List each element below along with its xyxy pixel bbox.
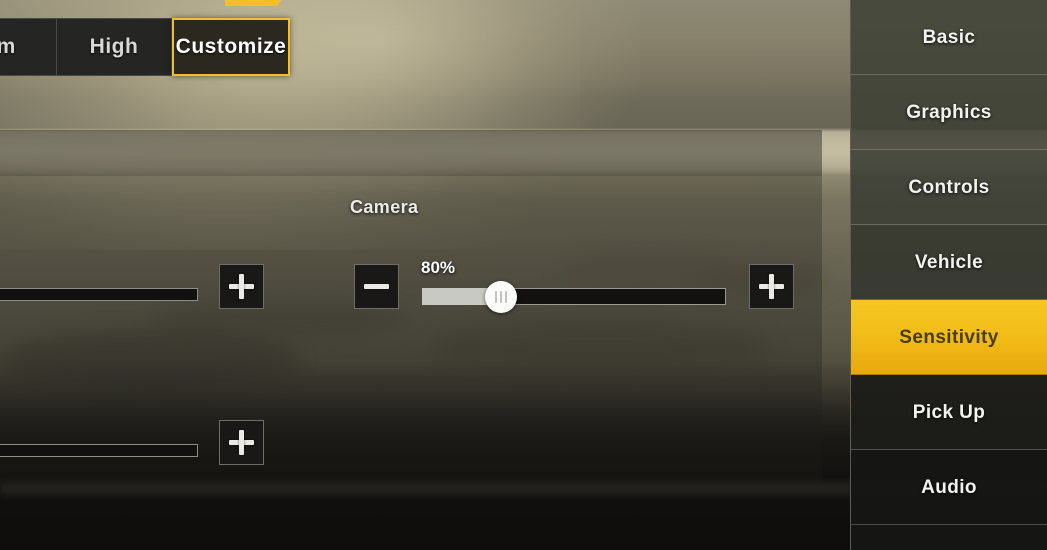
- sidebar-item-label: Vehicle: [914, 251, 984, 273]
- minus-icon[interactable]: [354, 264, 399, 309]
- default-badge-label: Default: [233, 0, 275, 1]
- slider-thumb[interactable]: [485, 280, 518, 313]
- plus-icon[interactable]: [219, 264, 264, 309]
- thumb-grip-line: [505, 290, 508, 303]
- sidebar-item-label: Basic: [922, 26, 976, 48]
- sidebar-item-controls[interactable]: Controls: [851, 150, 1047, 225]
- plus-icon-vertical: [239, 274, 244, 299]
- camera-group-label-text: Camera: [350, 197, 419, 217]
- sidebar-item-label: Pick Up: [912, 401, 986, 423]
- tab-customize-label: Customize: [175, 35, 287, 58]
- tab-high[interactable]: High: [57, 18, 172, 76]
- camera-group-label: Camera: [350, 197, 418, 218]
- sidebar-item-audio[interactable]: Audio: [851, 450, 1047, 525]
- sidebar-item-label: Graphics: [906, 101, 992, 123]
- sidebar-item-label: Audio: [921, 476, 977, 498]
- settings-sidebar: Basic Graphics Controls Vehicle Sensitiv…: [850, 0, 1047, 550]
- sidebar-item-vehicle[interactable]: Vehicle: [851, 225, 1047, 300]
- left-slider-row-bottom: [0, 444, 200, 457]
- slider-track-left-bottom[interactable]: [0, 444, 198, 457]
- tab-medium[interactable]: um: [0, 18, 57, 76]
- camera-value-text: 80%: [421, 258, 456, 277]
- sidebar-item-graphics[interactable]: Graphics: [851, 75, 1047, 150]
- slider-track-left-top[interactable]: [0, 288, 198, 301]
- thumb-grip-line: [495, 290, 498, 303]
- tab-customize[interactable]: Customize: [172, 18, 290, 76]
- minus-icon-horizontal: [364, 284, 389, 289]
- sidebar-item-basic[interactable]: Basic: [851, 0, 1047, 75]
- sidebar-item-label: Controls: [908, 176, 990, 198]
- plus-icon[interactable]: [749, 264, 794, 309]
- plus-icon[interactable]: [219, 420, 264, 465]
- default-badge: Default: [225, 0, 286, 6]
- camera-sensitivity-slider[interactable]: [422, 280, 726, 313]
- increase-button-left-top[interactable]: [219, 264, 264, 309]
- plus-icon-vertical: [239, 430, 244, 455]
- tab-high-label: High: [89, 35, 139, 58]
- sidebar-item-partial[interactable]: [851, 525, 1047, 550]
- left-slider-row-top: [0, 288, 200, 301]
- sidebar-item-sensitivity[interactable]: Sensitivity: [851, 300, 1047, 375]
- plus-icon-vertical: [769, 274, 774, 299]
- camera-value-label: 80%: [421, 258, 455, 278]
- tab-medium-label: um: [0, 35, 16, 58]
- settings-panel: [0, 130, 822, 485]
- sidebar-item-label: Sensitivity: [899, 326, 999, 348]
- sidebar-item-pick-up[interactable]: Pick Up: [851, 375, 1047, 450]
- thumb-grip-line: [500, 290, 503, 303]
- graphics-quality-tabs: um High Customize: [0, 18, 290, 76]
- increase-button-camera[interactable]: [749, 264, 794, 309]
- increase-button-left-bottom[interactable]: [219, 420, 264, 465]
- decrease-button-camera[interactable]: [354, 264, 399, 309]
